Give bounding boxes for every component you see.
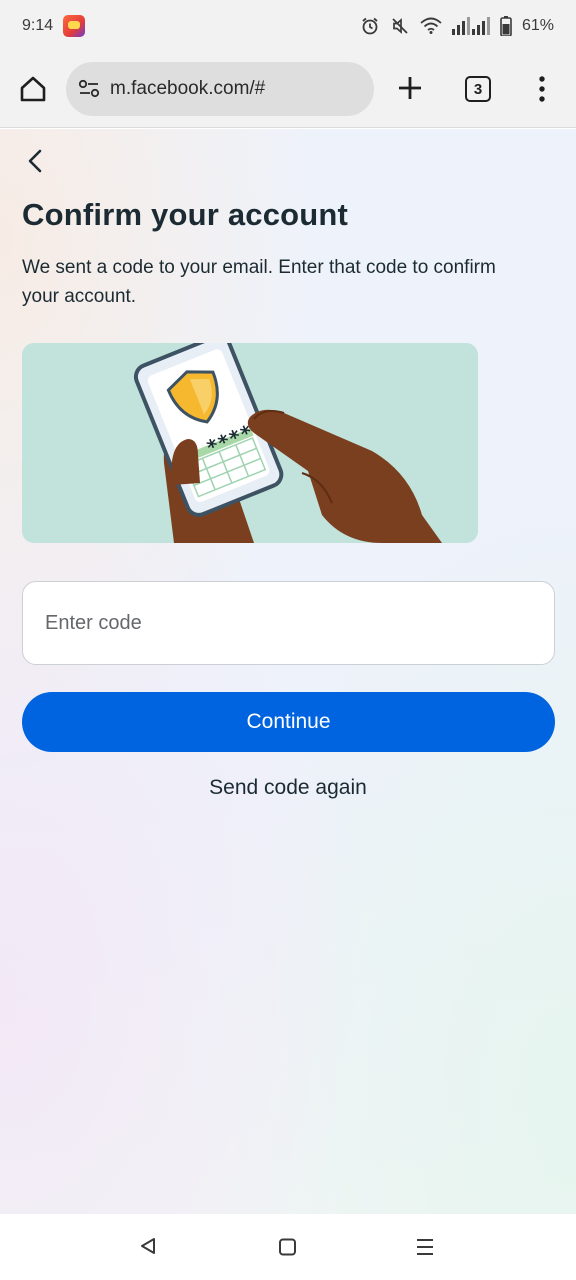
home-square-icon[interactable] [278, 1238, 298, 1256]
mute-icon [392, 18, 408, 34]
browser-toolbar: m.facebook.com/# 3 [0, 52, 576, 128]
send-code-again-link[interactable]: Send code again [0, 776, 576, 800]
code-input[interactable] [22, 581, 555, 665]
page-subtitle: We sent a code to your email. Enter that… [22, 257, 496, 307]
url-bar[interactable]: m.facebook.com/# [66, 62, 374, 116]
battery-percentage: 61% [521, 17, 554, 34]
site-settings-icon[interactable] [78, 79, 100, 99]
page-content: Confirm your account We sent a code to y… [0, 129, 576, 1214]
url-text: m.facebook.com/# [110, 78, 266, 99]
app-notification-icon [63, 15, 86, 37]
continue-button[interactable]: Continue [22, 692, 555, 752]
signal-icon [451, 17, 490, 35]
recents-menu-icon[interactable] [415, 1238, 435, 1256]
home-icon[interactable] [18, 74, 48, 104]
phone-security-illustration: **** [22, 343, 478, 543]
page-title: Confirm your account [22, 197, 349, 232]
back-arrow-icon[interactable] [22, 147, 50, 175]
back-triangle-icon[interactable] [138, 1236, 158, 1256]
continue-label: Continue [246, 710, 331, 733]
tabs-icon[interactable]: 3 [465, 76, 491, 102]
wifi-icon [420, 17, 442, 34]
plus-icon[interactable] [396, 74, 424, 102]
alarm-icon [362, 17, 378, 35]
navigation-bar [0, 1214, 576, 1280]
status-bar: 9:14 61% [0, 0, 576, 52]
tab-count: 3 [473, 80, 483, 98]
more-vert-icon[interactable] [533, 74, 551, 104]
battery-icon [500, 16, 512, 36]
status-time: 9:14 [22, 17, 54, 34]
status-icons: 61% [360, 16, 554, 36]
